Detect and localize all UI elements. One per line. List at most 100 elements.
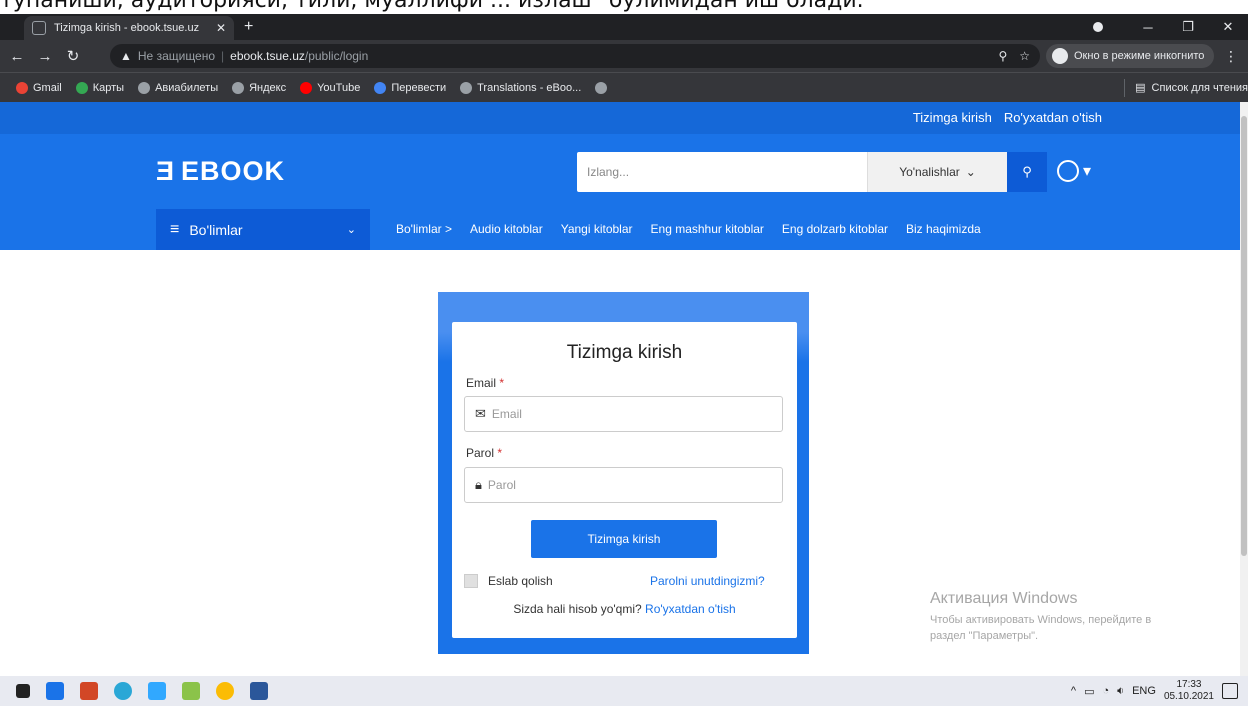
search-bar: Izlang... Yo'nalishlar ⌄ ⚲ [577,152,1047,192]
minimize-button[interactable]: ─ [1128,20,1168,35]
search-button[interactable]: ⚲ [1007,152,1047,192]
notifications-icon[interactable] [1222,683,1238,699]
bookmark-star-icon[interactable]: ☆ [1019,49,1030,63]
volume-icon[interactable]: 🔉︎ [1117,685,1124,698]
bookmark-favicon-icon [374,81,387,94]
lock-icon: 🔒︎ [475,477,482,492]
windows-activation-watermark: Активация Windows Чтобы активировать Win… [930,590,1152,642]
bookmarks-bar: Gmail Карты Авиабилеты Яндекс YouTube Перевес… [0,72,1248,102]
address-bar[interactable]: ▲ Не защищено | ebook.tsue.uz /public/lo… [110,44,1040,68]
bookmark-item[interactable]: Яндекс [232,81,286,94]
email-field[interactable]: ✉ Email [464,396,783,432]
bookmark-favicon-icon [138,81,151,94]
clipped-document-text: тупаниши, аудиторияси, тили, муаллифи ..… [0,0,1248,14]
remember-me[interactable]: Eslab qolish [464,574,553,588]
chevron-down-icon: ▾ [1083,163,1092,180]
bookmark-favicon-icon [300,81,313,94]
site-header: Tizimga kirish Ro'yxatdan o'tish Ǝ EBOOK… [0,102,1240,250]
browser-tab-strip: Tizimga kirish - ebook.tsue.uz ✕ + ─ ❐ ✕ [0,14,1248,40]
not-secure-label: Не защищено [137,49,216,63]
email-label: Email * [466,376,505,390]
bookmark-item[interactable]: Gmail [16,81,62,94]
close-window-button[interactable]: ✕ [1208,19,1248,35]
nav-link-sections[interactable]: Bo'limlar > [396,222,452,236]
bookmark-item[interactable]: Перевести [374,81,446,94]
nav-link-popular[interactable]: Eng mashhur kitoblar [651,222,764,236]
url-host: ebook.tsue.uz [230,49,305,63]
telegram-icon[interactable] [114,682,132,700]
new-tab-button[interactable]: + [244,18,253,36]
browser-tab[interactable]: Tizimga kirish - ebook.tsue.uz ✕ [24,16,234,40]
page-scrollbar[interactable] [1240,102,1248,676]
start-icon[interactable] [16,684,30,698]
incognito-indicator[interactable]: Окно в режиме инкогнито [1046,44,1215,68]
user-menu[interactable]: ▾ [1057,160,1091,182]
categories-button[interactable]: ≡ Bo'limlar ⌄ [156,209,370,250]
remember-checkbox[interactable] [464,574,478,588]
reading-list-button[interactable]: ▤ Список для чтения [1124,78,1248,97]
forgot-password-link[interactable]: Parolni unutdingizmi? [650,574,765,588]
main-nav: ≡ Bo'limlar ⌄ Bo'limlar > Audio kitoblar… [0,209,1240,250]
nav-link-about[interactable]: Biz haqimizda [906,222,981,236]
bookmark-item[interactable]: Авиабилеты [138,81,218,94]
maximize-button[interactable]: ❐ [1168,19,1208,35]
bookmark-item[interactable]: Карты [75,81,124,94]
ebook-logo-icon: Ǝ [156,156,176,186]
signup-link[interactable]: Ro'yxatdan o'tish [645,602,736,616]
incognito-icon [1052,48,1068,64]
save-app-icon[interactable] [46,682,64,700]
nav-link-audio[interactable]: Audio kitoblar [470,222,543,236]
powerpoint-icon[interactable] [80,682,98,700]
login-card: Tizimga kirish Email * ✉ Email Parol * 🔒… [452,322,797,638]
battery-icon[interactable]: ▭ [1084,685,1094,698]
nav-link-new[interactable]: Yangi kitoblar [561,222,633,236]
search-input[interactable]: Izlang... [577,152,867,192]
site-topbar: Tizimga kirish Ro'yxatdan o'tish [0,102,1240,134]
reading-list-icon: ▤ [1135,82,1146,94]
chevron-down-icon: ⌄ [965,165,976,179]
bookmark-favicon-icon [232,81,245,94]
bookmark-item[interactable]: Translations - eBoo... [460,81,581,94]
password-field[interactable]: 🔒︎ Parol [464,467,783,503]
scrollbar-thumb[interactable] [1241,116,1247,556]
search-icon: ⚲ [1022,164,1032,179]
close-tab-icon[interactable]: ✕ [216,21,226,35]
login-button[interactable]: Tizimga kirish [531,520,717,558]
tray-chevron-icon[interactable]: ^ [1071,685,1076,697]
not-secure-icon: ▲ [120,49,132,63]
bookmark-favicon-icon[interactable] [595,81,608,94]
forward-icon[interactable]: → [34,48,56,65]
bookmark-favicon-icon [16,81,28,94]
search-category-select[interactable]: Yo'nalishlar ⌄ [867,152,1007,192]
login-link[interactable]: Tizimga kirish [913,110,992,125]
browser-toolbar: ← → ↻ ▲ Не защищено | ebook.tsue.uz /pub… [0,40,1248,72]
bookmark-item[interactable]: YouTube [300,81,360,94]
photoshop-icon[interactable] [148,682,166,700]
profile-icon[interactable] [1088,20,1128,35]
nav-link-relevant[interactable]: Eng dolzarb kitoblar [782,222,888,236]
login-title: Tizimga kirish [566,342,683,363]
user-icon [1057,160,1079,182]
register-link[interactable]: Ro'yxatdan o'tish [1004,110,1102,125]
reload-icon[interactable]: ↻ [62,47,84,65]
envelope-icon: ✉ [475,406,486,421]
word-icon[interactable] [250,682,268,700]
image-app-icon[interactable] [182,682,200,700]
wifi-icon[interactable]: ◔ [1103,685,1110,697]
back-icon[interactable]: ← [6,48,28,65]
system-tray: ^ ▭ ◔ 🔉︎ ENG 17:33 05.10.2021 [1071,676,1238,706]
language-indicator[interactable]: ENG [1132,685,1156,697]
url-path: /public/login [304,49,369,63]
browser-menu-icon[interactable]: ⋮ [1224,48,1238,65]
bookmark-favicon-icon [460,81,473,94]
bookmark-favicon-icon [75,81,88,94]
chrome-icon[interactable] [216,682,234,700]
favicon-icon [32,21,46,35]
chevron-down-icon: ⌄ [346,224,356,236]
windows-taskbar: ^ ▭ ◔ 🔉︎ ENG 17:33 05.10.2021 [0,676,1248,706]
tab-title: Tizimga kirish - ebook.tsue.uz [54,22,200,34]
password-label: Parol * [466,446,503,460]
zoom-icon[interactable]: ⚲ [998,49,1007,63]
site-logo[interactable]: Ǝ EBOOK [156,156,285,187]
clock[interactable]: 17:33 05.10.2021 [1164,679,1214,703]
